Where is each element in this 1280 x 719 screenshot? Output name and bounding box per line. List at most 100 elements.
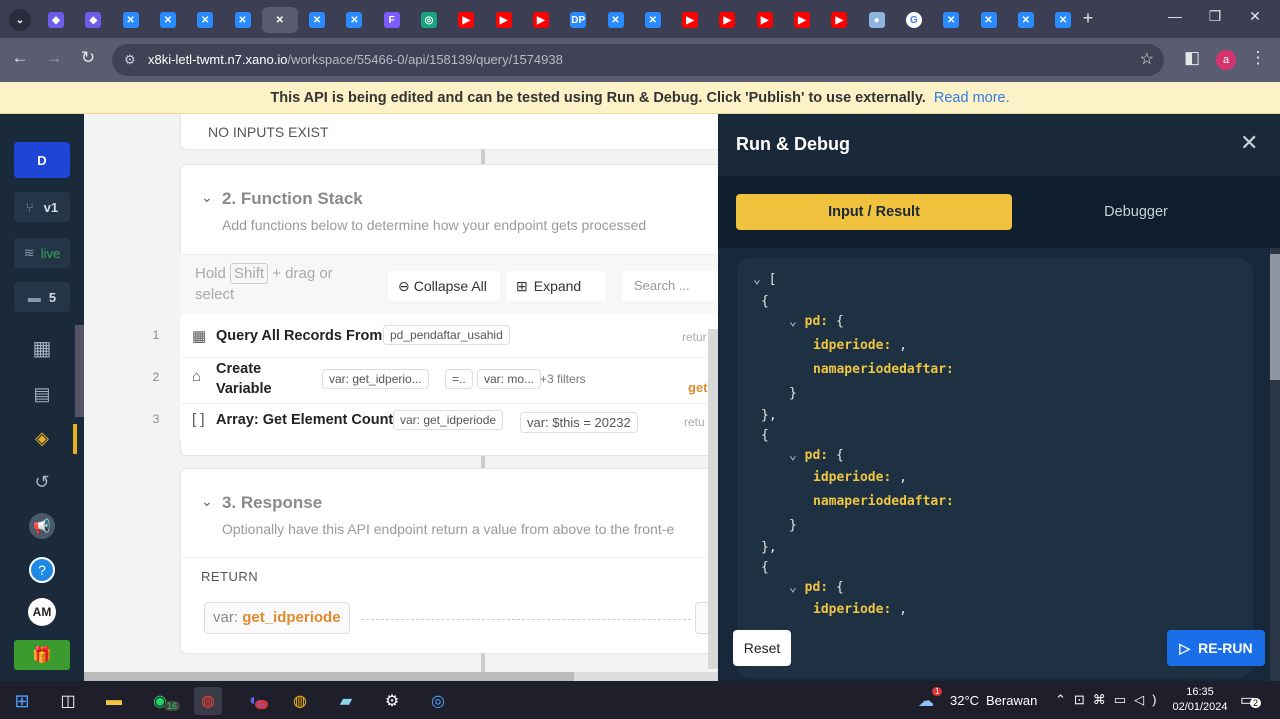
rerun-button[interactable]: ▷ RE-RUN [1167, 630, 1265, 666]
browser-tab[interactable]: ▶ [523, 7, 559, 33]
browser-tab[interactable]: ✕ [187, 7, 223, 33]
browser-tab[interactable]: F [374, 7, 410, 33]
browser-tab[interactable]: ▶ [448, 7, 484, 33]
browser-tab[interactable]: ✕ [635, 7, 671, 33]
condition-pill[interactable]: var: $this = 20232 [520, 412, 638, 433]
chevron-down-icon[interactable]: ⌄ [789, 314, 797, 329]
windows-start-icon[interactable]: ⊞ [8, 687, 36, 715]
var-pill[interactable]: var: get_idperiode [393, 410, 504, 430]
tab-search-button[interactable]: ⌄ [2, 7, 38, 33]
whatsapp-badge: 16 [164, 701, 181, 711]
expand-button[interactable]: ⊞ Expand [506, 271, 606, 301]
chevron-down-icon[interactable]: ⌄ [789, 580, 797, 595]
browser-tab[interactable]: ✕ [225, 7, 261, 33]
whatsapp-icon[interactable]: ◉ 16 [146, 687, 181, 715]
system-tray-icons[interactable]: ⌃⊡⌘▭◁) [1055, 692, 1164, 708]
chevron-down-icon[interactable]: ⌄ [753, 272, 761, 287]
api-icon[interactable]: ◈ [14, 426, 70, 450]
branch-button[interactable]: ⑂ v1 [14, 192, 70, 222]
workspace-button[interactable]: D [14, 142, 70, 178]
dashboard-icon[interactable]: ▦ [14, 336, 70, 360]
sidepanel-icon[interactable]: ◧ [1180, 48, 1204, 68]
browser-tab[interactable]: ● [859, 7, 895, 33]
main-scrollbar[interactable] [708, 329, 718, 669]
browser-tab[interactable]: ✕ [261, 7, 298, 33]
settings-icon[interactable]: ⚙ [378, 687, 406, 715]
browser-tab[interactable]: ◎ [411, 7, 447, 33]
browser-tab[interactable]: ▶ [672, 7, 708, 33]
browser-tab[interactable]: ✕ [598, 7, 634, 33]
left-scrollbar[interactable] [75, 325, 84, 417]
discord-icon[interactable]: ◐ 9+ [240, 687, 269, 715]
browser-tab[interactable]: ✕ [150, 7, 186, 33]
read-more-link[interactable]: Read more. [934, 90, 1010, 106]
menu-kebab-icon[interactable]: ⋮ [1246, 48, 1270, 68]
history-icon[interactable]: ↺ [14, 470, 70, 494]
help-icon[interactable]: ? [14, 557, 70, 583]
chrome-icon[interactable]: ◍ [194, 687, 222, 715]
user-avatar[interactable]: AM [14, 598, 70, 626]
browser-tab[interactable]: ✕ [971, 7, 1007, 33]
browser-tab[interactable]: ▶ [709, 7, 745, 33]
chevron-down-icon[interactable]: ⌄ [201, 189, 213, 206]
function-row-3[interactable]: 3 [ ] Array: Get Element Count var: get_… [153, 404, 718, 440]
horizontal-scrollbar[interactable] [84, 672, 718, 681]
browser-tab[interactable]: ✕ [336, 7, 372, 33]
datasource-button[interactable]: ≋ live [14, 238, 70, 268]
notification-icon[interactable]: ▭ 2 [1240, 690, 1262, 710]
browser-tab[interactable]: ▶ [747, 7, 783, 33]
forward-icon[interactable]: → [42, 48, 66, 68]
notepad-icon[interactable]: ▰ [332, 687, 360, 715]
tab-debugger[interactable]: Debugger [1018, 194, 1254, 230]
browser-tab[interactable]: G [896, 7, 932, 33]
window-close-icon[interactable]: ✕ [1240, 8, 1270, 25]
task-view-icon[interactable]: ◫ [54, 687, 82, 715]
reset-button[interactable]: Reset [733, 630, 791, 666]
table-pill[interactable]: pd_pendaftar_usahid [383, 325, 510, 345]
gift-icon[interactable]: 🎁 [14, 640, 70, 670]
url-bar[interactable]: ⚙ x8ki-letl-twmt.n7.xano.io/workspace/55… [112, 44, 1164, 76]
branch-label: v1 [43, 199, 59, 215]
minimize-icon[interactable]: — [1160, 8, 1190, 24]
return-var-pill[interactable]: var: get_idperiode [204, 602, 350, 634]
operator-pill[interactable]: =.. [445, 369, 473, 389]
clock[interactable]: 16:35 02/01/2024 [1170, 685, 1230, 715]
browser-tab[interactable]: ✕ [299, 7, 335, 33]
function-row-1[interactable]: 1 ▦ Query All Records From pd_pendaftar_… [153, 316, 718, 358]
back-icon[interactable]: ← [8, 48, 32, 68]
filters-count[interactable]: +3 filters [540, 372, 586, 386]
file-explorer-icon[interactable]: ▬ [100, 687, 128, 715]
profile-avatar[interactable]: a [1216, 50, 1236, 70]
return-var: get_idperiode [242, 609, 341, 626]
new-tab-button[interactable]: + [1073, 8, 1103, 29]
browser-tab[interactable]: ✕ [113, 7, 149, 33]
panel-scrollbar[interactable] [1270, 248, 1280, 681]
database-tables-icon[interactable]: ▤ [14, 382, 70, 406]
browser-tab[interactable]: ✕ [933, 7, 969, 33]
chevron-down-icon[interactable]: ⌄ [789, 448, 797, 463]
browser-tab[interactable]: ✕ [1008, 7, 1044, 33]
browser-tab[interactable]: ▶ [784, 7, 820, 33]
app-icon[interactable]: ◎ [424, 687, 452, 715]
restore-icon[interactable]: ❐ [1200, 8, 1230, 25]
browser-tab[interactable]: ▶ [486, 7, 522, 33]
browser-tab[interactable]: ◆ [75, 7, 111, 33]
var-pill[interactable]: var: mo... [477, 369, 542, 389]
chevron-down-icon[interactable]: ⌄ [201, 493, 213, 510]
weather-icon[interactable]: ☁ [918, 691, 934, 711]
close-panel-icon[interactable]: ✕ [1240, 130, 1258, 156]
collapse-all-button[interactable]: ⊖ Collapse All [388, 271, 500, 301]
stack-search-input[interactable]: Search ... [622, 271, 718, 301]
function-row-2[interactable]: 2 ⌂ Create Variable var: get_idperio... … [153, 358, 718, 404]
var-pill[interactable]: var: get_idperio... [322, 369, 429, 389]
browser-tab[interactable]: DP [560, 7, 596, 33]
bookmark-star-icon[interactable]: ☆ [1140, 44, 1154, 76]
tab-input-result[interactable]: Input / Result [736, 194, 1012, 230]
comments-button[interactable]: ▬ 5 [14, 282, 70, 312]
announcement-icon[interactable]: 📢 [14, 513, 70, 539]
chrome-profile-icon[interactable]: ◍ [286, 687, 314, 715]
browser-tab[interactable]: ▶ [821, 7, 857, 33]
reload-icon[interactable]: ↻ [76, 48, 100, 68]
site-info-icon[interactable]: ⚙ [124, 44, 136, 76]
browser-tab[interactable]: ◆ [38, 7, 74, 33]
